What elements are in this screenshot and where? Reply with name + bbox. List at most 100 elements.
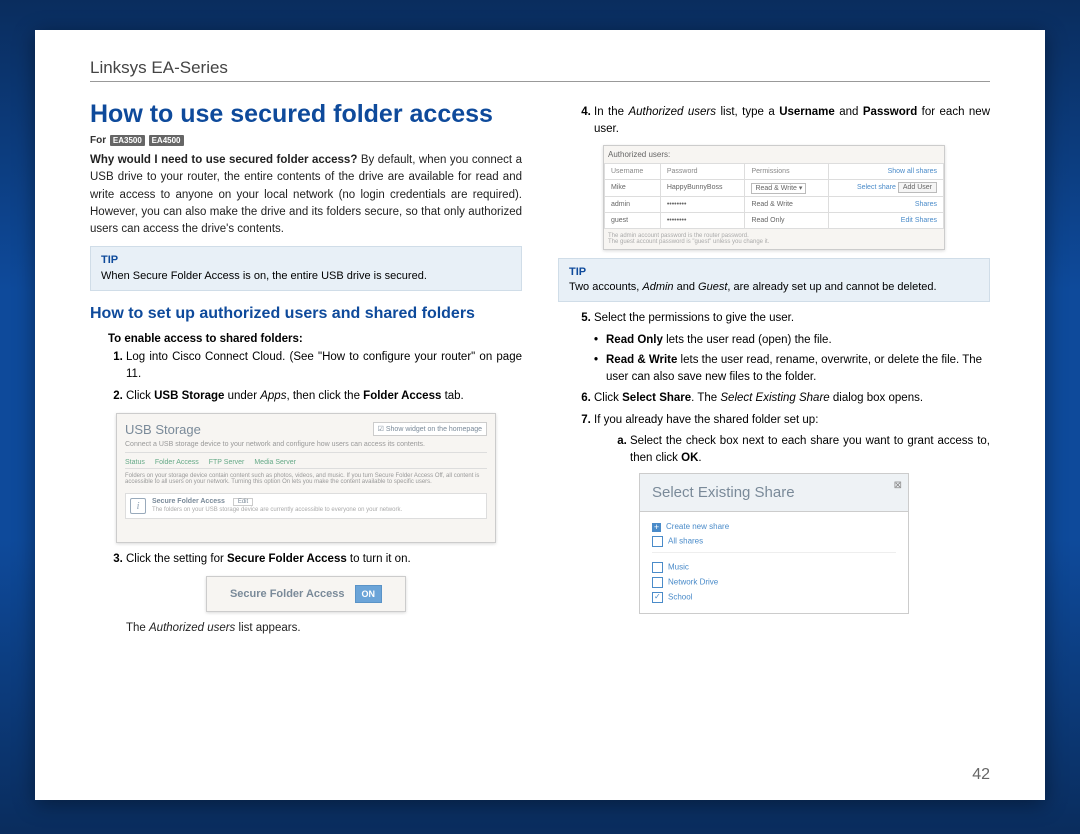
- checkbox-icon: [652, 536, 663, 547]
- step-result: The Authorized users list appears.: [126, 620, 522, 637]
- tab-folder-access[interactable]: Folder Access: [155, 459, 199, 466]
- intro-answer: By default, when you connect a USB drive…: [90, 154, 522, 235]
- page-number: 42: [972, 766, 990, 784]
- usb-storage-screenshot: USB Storage ☑ Show widget on the homepag…: [116, 413, 496, 543]
- share-item[interactable]: Network Drive: [652, 575, 896, 590]
- edit-link[interactable]: Edit: [901, 217, 913, 224]
- permission-bullets: Read Only lets the user read (open) the …: [594, 332, 990, 387]
- intro-question: Why would I need to use secured folder a…: [90, 154, 357, 166]
- tab-ftp[interactable]: FTP Server: [209, 459, 245, 466]
- usb-description: Connect a USB storage device to your net…: [125, 437, 487, 453]
- cell-password: ••••••••: [660, 196, 745, 212]
- model-badge: EA4500: [149, 135, 184, 146]
- checkbox-checked-icon: [652, 592, 663, 603]
- sfa-label: Secure Folder Access: [152, 498, 225, 505]
- dialog-body: +Create new share All shares Music Netwo…: [639, 512, 909, 613]
- col-password: Password: [660, 163, 745, 179]
- step-item: Click the setting for Secure Folder Acce…: [126, 551, 522, 568]
- shares-link[interactable]: Shares: [915, 201, 937, 208]
- tip-text: When Secure Folder Access is on, the ent…: [101, 269, 511, 284]
- usb-body-text: Folders on your storage device contain c…: [125, 469, 487, 489]
- sub-heading: To enable access to shared folders:: [108, 333, 522, 345]
- step-item: In the Authorized users list, type a Use…: [594, 104, 990, 139]
- sub-steps: Select the check box next to each share …: [612, 433, 990, 468]
- page-header: Linksys EA-Series: [90, 58, 990, 82]
- left-column: How to use secured folder access For EA3…: [90, 100, 522, 643]
- steps-list-right-cont2: Click Select Share. The Select Existing …: [576, 390, 990, 467]
- cell-password: ••••••••: [660, 212, 745, 228]
- show-widget-checkbox[interactable]: ☑ Show widget on the homepage: [373, 422, 487, 436]
- model-badge: EA3500: [110, 135, 145, 146]
- col-username: Username: [605, 163, 661, 179]
- info-icon: i: [130, 498, 146, 514]
- step-item: If you already have the shared folder se…: [594, 412, 990, 468]
- permission-select[interactable]: Read & Write ▾: [751, 183, 806, 194]
- usb-title: USB Storage: [125, 422, 201, 437]
- steps-list-right-cont: Select the permissions to give the user.: [576, 310, 990, 327]
- sfa-toggle-on[interactable]: ON: [355, 585, 383, 603]
- checkbox-icon: [652, 577, 663, 588]
- section-heading: How to set up authorized users and share…: [90, 305, 522, 323]
- step-text: Log into Cisco Connect Cloud. (See "How …: [126, 351, 522, 380]
- two-column-layout: How to use secured folder access For EA3…: [90, 100, 990, 643]
- tip-box: TIP When Secure Folder Access is on, the…: [90, 246, 522, 291]
- tip-label: TIP: [569, 265, 979, 280]
- steps-list: Log into Cisco Connect Cloud. (See "How …: [108, 349, 522, 405]
- all-shares-checkbox[interactable]: All shares: [652, 534, 896, 549]
- table-row: Mike HappyBunnyBoss Read & Write ▾ Selec…: [605, 179, 944, 196]
- table-footnote: The admin account password is the router…: [604, 229, 944, 249]
- show-all-shares-link[interactable]: Show all shares: [888, 168, 937, 175]
- shares-link[interactable]: Shares: [915, 217, 937, 224]
- cell-username: guest: [605, 212, 661, 228]
- add-user-button[interactable]: Add User: [898, 182, 937, 193]
- step-item: Click Select Share. The Select Existing …: [594, 390, 990, 407]
- select-share-dialog-screenshot: Select Existing Share ⊠ +Create new shar…: [639, 473, 909, 613]
- tip-label: TIP: [101, 253, 511, 268]
- page-title: How to use secured folder access: [90, 100, 522, 129]
- users-table: Username Password Permissions Show all s…: [604, 163, 944, 229]
- tab-status[interactable]: Status: [125, 459, 145, 466]
- dialog-header: Select Existing Share ⊠: [639, 473, 909, 512]
- plus-icon: +: [652, 523, 661, 532]
- step-item: Log into Cisco Connect Cloud. (See "How …: [126, 349, 522, 384]
- sfa-box-label: Secure Folder Access: [230, 588, 345, 600]
- list-item: Read Only lets the user read (open) the …: [594, 332, 990, 349]
- step-item: Select the permissions to give the user.: [594, 310, 990, 327]
- col-permissions: Permissions: [745, 163, 829, 179]
- intro-paragraph: Why would I need to use secured folder a…: [90, 152, 522, 238]
- applies-to: For EA3500 EA4500: [90, 135, 522, 146]
- table-caption: Authorized users:: [604, 146, 944, 163]
- close-icon[interactable]: ⊠: [894, 480, 902, 491]
- checkbox-icon: [652, 562, 663, 573]
- for-label: For: [90, 135, 106, 146]
- select-share-link[interactable]: Select share: [857, 184, 896, 191]
- right-column: In the Authorized users list, type a Use…: [558, 100, 990, 643]
- sfa-panel: i Secure Folder Access Edit The folders …: [125, 493, 487, 519]
- tip-text: Two accounts, Admin and Guest, are alrea…: [569, 280, 979, 295]
- sfa-edit-button[interactable]: Edit: [233, 498, 253, 506]
- cell-password[interactable]: HappyBunnyBoss: [660, 179, 745, 196]
- share-item[interactable]: School: [652, 590, 896, 605]
- usb-tabs: Status Folder Access FTP Server Media Se…: [125, 457, 487, 469]
- steps-list-right: In the Authorized users list, type a Use…: [576, 104, 990, 139]
- cell-username: admin: [605, 196, 661, 212]
- cell-username[interactable]: Mike: [605, 179, 661, 196]
- table-header-row: Username Password Permissions Show all s…: [605, 163, 944, 179]
- dialog-title: Select Existing Share: [652, 484, 795, 501]
- table-row: guest •••••••• Read Only Edit Shares: [605, 212, 944, 228]
- sfa-note: The folders on your USB storage device a…: [152, 507, 482, 513]
- create-new-share[interactable]: +Create new share: [652, 520, 896, 533]
- sub-step-item: Select the check box next to each share …: [630, 433, 990, 468]
- document-page: Linksys EA-Series How to use secured fol…: [35, 30, 1045, 800]
- steps-list-cont: Click the setting for Secure Folder Acce…: [108, 551, 522, 568]
- cell-permission: Read Only: [745, 212, 829, 228]
- step-item: Click USB Storage under Apps, then click…: [126, 388, 522, 405]
- cell-permission: Read & Write: [745, 196, 829, 212]
- table-row: admin •••••••• Read & Write Shares: [605, 196, 944, 212]
- authorized-users-screenshot: Authorized users: Username Password Perm…: [603, 145, 945, 250]
- sfa-toggle-screenshot: Secure Folder Access ON: [206, 576, 406, 612]
- share-item[interactable]: Music: [652, 560, 896, 575]
- tip-box: TIP Two accounts, Admin and Guest, are a…: [558, 258, 990, 303]
- tab-media[interactable]: Media Server: [254, 459, 296, 466]
- list-item: Read & Write lets the user read, rename,…: [594, 352, 990, 387]
